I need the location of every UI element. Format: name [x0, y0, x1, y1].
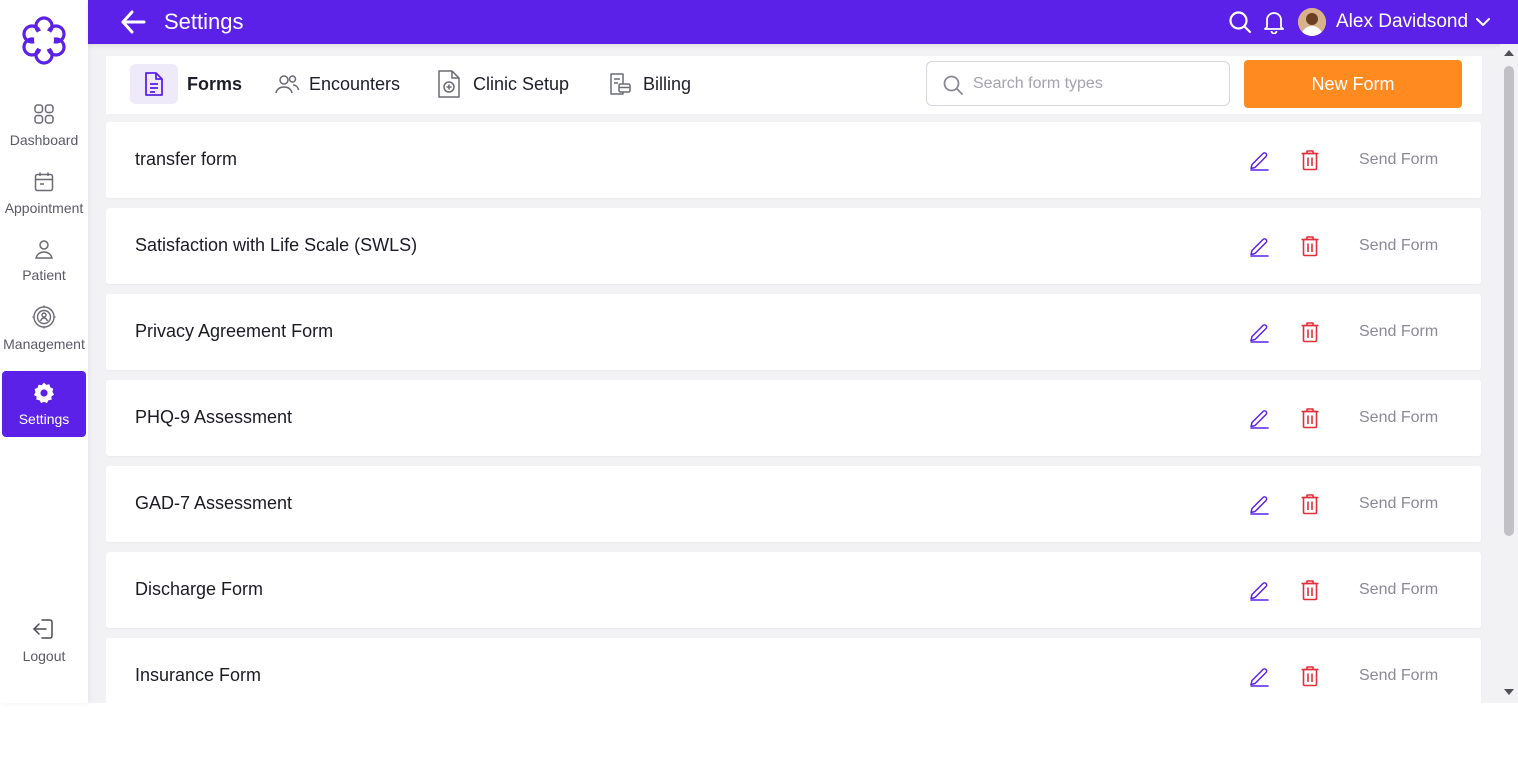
form-name: GAD-7 Assessment	[135, 493, 293, 513]
form-name: Insurance Form	[135, 665, 262, 685]
users-icon	[272, 64, 302, 104]
sidebar: Dashboard Appointment Patient Management	[0, 0, 88, 703]
scrollbar[interactable]	[1500, 44, 1518, 703]
sidebar-item-appointment[interactable]: Appointment	[2, 160, 86, 226]
scrollbar-thumb[interactable]	[1504, 66, 1514, 536]
form-row[interactable]: Privacy Agreement Form Send Form	[106, 294, 1481, 370]
send-form-button[interactable]: Send Form	[1359, 667, 1438, 685]
edit-icon[interactable]	[1248, 493, 1270, 520]
back-arrow-icon[interactable]	[118, 8, 148, 36]
scroll-up-icon[interactable]	[1504, 50, 1514, 56]
send-form-button[interactable]: Send Form	[1359, 409, 1438, 427]
trash-icon[interactable]	[1300, 321, 1320, 348]
form-name: Discharge Form	[135, 579, 264, 599]
search-icon[interactable]	[1228, 10, 1252, 39]
trash-icon[interactable]	[1300, 665, 1320, 692]
top-bar: Settings Alex Davidsond	[88, 0, 1518, 44]
form-name: Privacy Agreement Form	[135, 321, 334, 341]
sidebar-item-label: Appointment	[4, 200, 84, 216]
tab-encounters[interactable]: Encounters	[272, 64, 400, 104]
grid-icon	[34, 104, 54, 124]
form-row[interactable]: Insurance Form Send Form	[106, 638, 1481, 703]
form-row[interactable]: PHQ-9 Assessment Send Form	[106, 380, 1481, 456]
app-root: Dashboard Appointment Patient Management	[0, 0, 1518, 703]
tab-label: Billing	[643, 73, 692, 94]
trash-icon[interactable]	[1300, 493, 1320, 520]
forms-list: transfer form Send Form Satisfaction with …	[106, 122, 1482, 703]
form-row[interactable]: Discharge Form Send Form	[106, 552, 1481, 628]
sidebar-item-settings[interactable]: Settings	[2, 371, 86, 437]
document-icon	[130, 64, 178, 104]
medical-file-icon	[434, 64, 464, 104]
management-icon	[32, 305, 56, 329]
sidebar-item-label: Management	[3, 336, 85, 352]
sidebar-item-label: Settings	[18, 411, 70, 427]
gear-icon	[33, 382, 54, 404]
sidebar-item-patient[interactable]: Patient	[2, 227, 86, 293]
scroll-down-icon[interactable]	[1504, 689, 1514, 695]
user-name[interactable]: Alex Davidsond	[1336, 11, 1468, 33]
tab-label: Forms	[187, 73, 243, 94]
form-row[interactable]: Satisfaction with Life Scale (SWLS) Send …	[106, 208, 1481, 284]
logout-button[interactable]: Logout	[2, 607, 86, 673]
search-input[interactable]	[973, 72, 1213, 96]
search-box[interactable]	[926, 61, 1230, 106]
form-name: transfer form	[135, 149, 238, 169]
send-form-button[interactable]: Send Form	[1359, 495, 1438, 513]
trash-icon[interactable]	[1300, 149, 1320, 176]
tab-forms[interactable]: Forms	[130, 64, 242, 104]
edit-icon[interactable]	[1248, 235, 1270, 262]
tab-clinic-setup[interactable]: Clinic Setup	[434, 64, 569, 104]
calendar-icon	[34, 172, 54, 192]
send-form-button[interactable]: Send Form	[1359, 237, 1438, 255]
new-form-button[interactable]: New Form	[1244, 60, 1462, 108]
trash-icon[interactable]	[1300, 579, 1320, 606]
edit-icon[interactable]	[1248, 321, 1270, 348]
logout-icon	[33, 619, 53, 639]
send-form-button[interactable]: Send Form	[1359, 581, 1438, 599]
tab-label: Encounters	[309, 73, 401, 94]
send-form-button[interactable]: Send Form	[1359, 323, 1438, 341]
edit-icon[interactable]	[1248, 407, 1270, 434]
tab-bar: Forms Encounters Clinic Setup Billing Ne…	[106, 56, 1482, 114]
chevron-down-icon[interactable]	[1475, 14, 1491, 35]
search-icon	[943, 75, 963, 95]
edit-icon[interactable]	[1248, 579, 1270, 606]
edit-icon[interactable]	[1248, 665, 1270, 692]
sidebar-item-management[interactable]: Management	[2, 295, 86, 361]
sidebar-item-label: Patient	[22, 267, 66, 283]
sidebar-item-dashboard[interactable]: Dashboard	[2, 92, 86, 158]
form-name: Satisfaction with Life Scale (SWLS)	[135, 235, 418, 255]
form-row[interactable]: GAD-7 Assessment Send Form	[106, 466, 1481, 542]
form-row[interactable]: transfer form Send Form	[106, 122, 1481, 198]
bell-icon[interactable]	[1263, 10, 1285, 39]
app-logo[interactable]	[18, 14, 70, 66]
form-name: PHQ-9 Assessment	[135, 407, 293, 427]
person-icon	[35, 240, 53, 259]
trash-icon[interactable]	[1300, 235, 1320, 262]
logout-label: Logout	[22, 648, 66, 664]
billing-icon	[606, 64, 634, 104]
edit-icon[interactable]	[1248, 149, 1270, 176]
tab-label: Clinic Setup	[473, 73, 570, 94]
sidebar-item-label: Dashboard	[9, 132, 79, 148]
trash-icon[interactable]	[1300, 407, 1320, 434]
send-form-button[interactable]: Send Form	[1359, 151, 1438, 169]
tab-billing[interactable]: Billing	[606, 64, 691, 104]
page-title: Settings	[164, 9, 244, 34]
avatar[interactable]	[1298, 8, 1326, 36]
